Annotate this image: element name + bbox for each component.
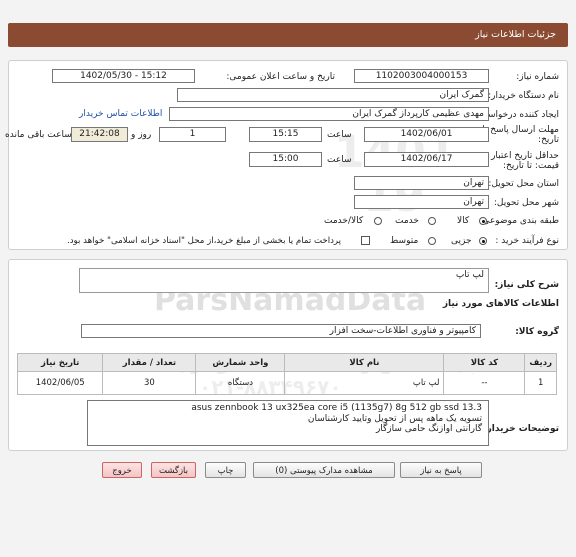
process-option-medium: متوسط: [390, 236, 419, 246]
remaining-time-field: 21:42:08: [71, 127, 128, 142]
category-radio-service[interactable]: [428, 217, 436, 225]
col-qty: تعداد / مقدار: [102, 353, 197, 372]
deadline-date-field: 1402/06/01: [364, 127, 489, 142]
page-header: جزئیات اطلاعات نیاز: [8, 23, 568, 47]
process-radio-medium[interactable]: [428, 237, 436, 245]
buyer-note-line: تسویه یک ماهه پس از تحویل وتایید کارشناس…: [307, 413, 482, 424]
province-field: تهران: [354, 176, 489, 190]
reply-button[interactable]: پاسخ به نیاز: [400, 462, 482, 478]
group-field: کامپیوتر و فناوری اطلاعات-سخت افزار: [81, 324, 481, 338]
category-label: طبقه بندی موضوعی:: [479, 216, 559, 226]
validity-label-line1: حداقل تاریخ اعتبار: [491, 151, 559, 161]
exit-button[interactable]: خروج: [102, 462, 142, 478]
buyer-org-field: گمرک ایران: [177, 88, 489, 102]
requester-field: مهدی عظیمی کارپرداز گمرک ایران: [169, 107, 489, 121]
need-info-panel: 1401 19 شماره نیاز: 1102003004000153 تار…: [5, 60, 568, 250]
need-number-field: 1102003004000153: [354, 69, 489, 83]
row-name: لپ تاپ: [284, 371, 445, 395]
goods-table: ردیف کد کالا نام کالا واحد شمارش تعداد /…: [16, 353, 557, 395]
announce-field: 1402/05/30 - 15:12: [52, 69, 195, 83]
buyer-org-label: نام دستگاه خریدار:: [488, 91, 559, 101]
validity-time-label: ساعت: [327, 155, 352, 165]
need-details-panel: ParsNamadData پایگاه اطلاع رسانی مناقصات…: [8, 259, 568, 451]
buyer-notes-box: asus zennbook 13 ux325ea core i5 (1135g7…: [87, 400, 489, 446]
table-row: 1 -- لپ تاپ دستگاه 30 1402/06/05: [16, 371, 557, 395]
col-name: نام کالا: [284, 353, 445, 372]
view-attachments-button[interactable]: مشاهده مدارک پیوستی (0): [253, 462, 395, 478]
page-title: جزئیات اطلاعات نیاز: [475, 29, 556, 40]
col-code: کد کالا: [443, 353, 526, 372]
deadline-label-line2: تاریخ:: [538, 135, 559, 145]
process-label: نوع فرآیند خرید :: [495, 236, 559, 246]
category-radio-goods-service[interactable]: [374, 217, 382, 225]
buyer-notes-label: توضیحات خریدار:: [483, 424, 559, 434]
category-option-service: خدمت: [395, 216, 419, 226]
row-unit: دستگاه: [195, 371, 286, 395]
row-date: 1402/06/05: [16, 371, 104, 395]
city-label: شهر محل تحویل:: [493, 198, 559, 208]
row-code: --: [443, 371, 526, 395]
group-label: گروه کالا:: [515, 327, 559, 337]
print-button[interactable]: چاپ: [205, 462, 246, 478]
validity-time-field: 15:00: [249, 152, 322, 167]
category-option-goods: کالا: [457, 216, 470, 226]
remaining-label: ساعت باقی مانده: [5, 130, 72, 140]
summary-field: لپ تاپ: [79, 268, 489, 293]
col-unit: واحد شمارش: [195, 353, 286, 372]
col-date: تاریخ نیاز: [16, 353, 104, 372]
treasury-payment-note: پرداخت تمام یا بخشی از مبلغ خرید،از محل …: [67, 236, 342, 246]
validity-label: حداقل تاریخ اعتبار قیمت: تا تاریخ:: [491, 151, 559, 171]
process-option-minor: جزیی: [451, 236, 472, 246]
summary-label: شرح کلی نیاز:: [494, 280, 559, 290]
category-option-goods-service: کالا/خدمت: [324, 216, 364, 226]
province-label: استان محل تحویل:: [488, 179, 559, 189]
treasury-payment-checkbox[interactable]: [361, 236, 370, 245]
goods-heading: اطلاعات کالاهای مورد نیاز: [442, 299, 559, 309]
announce-label: تاریخ و ساعت اعلان عمومی:: [226, 72, 335, 82]
need-number-label: شماره نیاز:: [516, 72, 559, 82]
process-radio-minor[interactable]: [479, 237, 487, 245]
deadline-time-field: 15:15: [249, 127, 322, 142]
validity-label-line2: قیمت: تا تاریخ:: [503, 161, 559, 171]
city-field: تهران: [354, 195, 489, 209]
row-qty: 30: [102, 371, 197, 395]
deadline-label: مهلت ارسال پاسخ تا تاریخ:: [482, 125, 559, 145]
row-index: 1: [524, 371, 557, 395]
validity-date-field: 1402/06/17: [364, 152, 489, 167]
day-and-label: روز و: [131, 130, 152, 140]
back-button[interactable]: بازگشت: [151, 462, 196, 478]
contact-buyer-link[interactable]: اطلاعات تماس خریدار: [79, 109, 162, 119]
goods-table-header: ردیف کد کالا نام کالا واحد شمارش تعداد /…: [16, 353, 557, 372]
deadline-time-label: ساعت: [327, 130, 352, 140]
buyer-note-line: گارانتی اوازنگ حامی سازگار: [375, 424, 482, 434]
buyer-note-line: asus zennbook 13 ux325ea core i5 (1135g7…: [191, 403, 482, 413]
deadline-label-line1: مهلت ارسال پاسخ تا: [482, 125, 559, 135]
days-field: 1: [159, 127, 226, 142]
category-radio-goods[interactable]: [479, 217, 487, 225]
col-index: ردیف: [524, 353, 557, 372]
